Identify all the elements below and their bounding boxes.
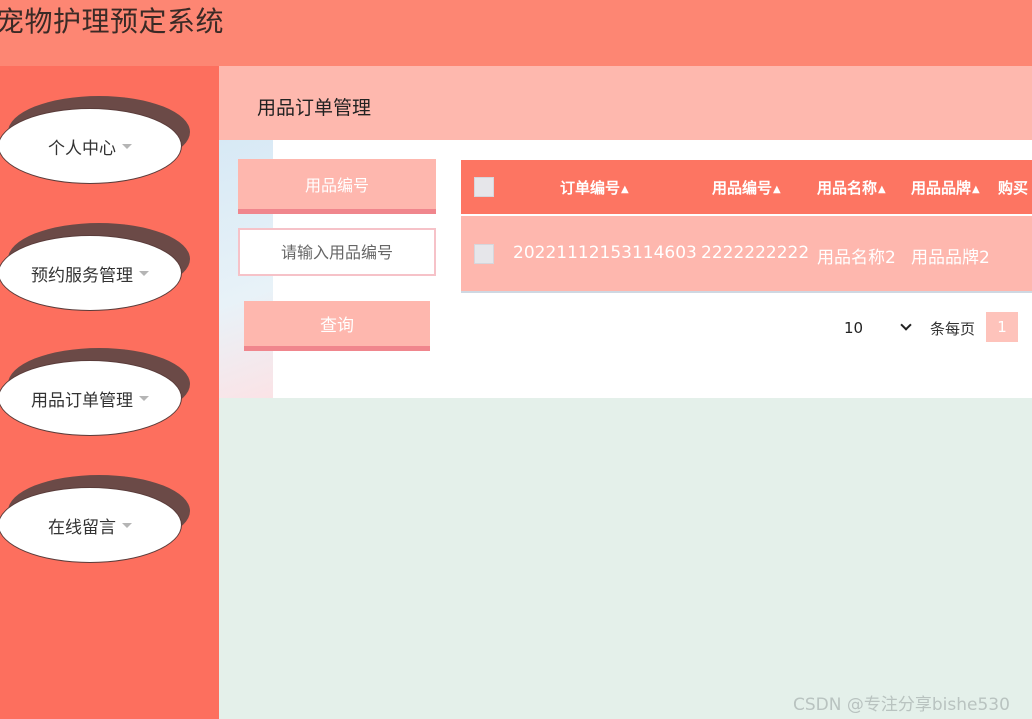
page-size-select[interactable]: 10 xyxy=(841,316,919,342)
content-panel: 用品编号 查询 订单编号▲︎ 用品编号▲︎ 用品名称▲︎ 用品品牌▲︎ 购买 2… xyxy=(219,140,1032,398)
column-header-label: 订单编号 xyxy=(560,179,621,197)
page-header: 用品订单管理 xyxy=(219,66,1032,140)
cell-order-no: 20221112153114603 xyxy=(513,243,697,263)
query-button[interactable]: 查询 xyxy=(244,301,430,351)
page-size-value: 10 xyxy=(844,319,864,337)
column-header-label: 购买 xyxy=(998,179,1029,197)
menu-item-pill[interactable]: 个人中心 xyxy=(0,108,182,184)
sidebar-item-label: 个人中心 xyxy=(48,138,116,159)
column-header-item-name[interactable]: 用品名称▲︎ xyxy=(817,177,886,198)
column-header-item-brand[interactable]: 用品品牌▲︎ xyxy=(911,177,980,198)
caret-down-icon xyxy=(139,270,149,276)
sort-icon[interactable]: ▲︎ xyxy=(621,184,629,195)
caret-down-icon xyxy=(122,143,132,149)
column-header-label: 用品编号 xyxy=(712,179,773,197)
sort-icon[interactable]: ▲︎ xyxy=(878,184,886,195)
sort-icon[interactable]: ▲︎ xyxy=(972,184,980,195)
sidebar-item-messages[interactable]: 在线留言 xyxy=(0,475,190,565)
caret-down-icon xyxy=(139,395,149,401)
menu-item-pill[interactable]: 用品订单管理 xyxy=(0,360,182,436)
page-title: 用品订单管理 xyxy=(257,97,372,119)
sidebar-item-label: 预约服务管理 xyxy=(31,265,133,286)
sidebar-item-label: 在线留言 xyxy=(48,517,116,538)
item-number-search-input[interactable] xyxy=(238,228,436,276)
table-row[interactable]: 20221112153114603 2222222222 用品名称2 用品品牌2 xyxy=(461,216,1032,291)
top-bar: 宠物护理预定系统 xyxy=(0,0,1032,66)
sidebar-item-label: 用品订单管理 xyxy=(31,390,133,411)
sidebar-item-supply-orders[interactable]: 用品订单管理 xyxy=(0,348,190,438)
menu-item-pill[interactable]: 在线留言 xyxy=(0,487,182,563)
column-header-purchase[interactable]: 购买 xyxy=(998,177,1028,198)
cell-item-no: 2222222222 xyxy=(701,243,810,263)
column-header-label: 用品名称 xyxy=(817,179,878,197)
filter-label: 用品编号 xyxy=(238,159,436,214)
sidebar-item-booking-service[interactable]: 预约服务管理 xyxy=(0,223,190,313)
column-header-label: 用品品牌 xyxy=(911,179,972,197)
sort-icon[interactable]: ▲︎ xyxy=(773,184,781,195)
column-header-order-no[interactable]: 订单编号▲︎ xyxy=(560,177,629,198)
watermark: CSDN @专注分享bishe530 xyxy=(793,695,1010,715)
select-all-checkbox[interactable] xyxy=(474,177,494,197)
app-title: 宠物护理预定系统 xyxy=(0,5,225,38)
chevron-down-icon xyxy=(900,319,912,331)
cell-item-brand: 用品品牌2 xyxy=(911,248,990,268)
row-checkbox[interactable] xyxy=(474,244,494,264)
orders-table: 订单编号▲︎ 用品编号▲︎ 用品名称▲︎ 用品品牌▲︎ 购买 202211121… xyxy=(461,160,1032,293)
sidebar-item-personal-center[interactable]: 个人中心 xyxy=(0,96,190,186)
per-page-label: 条每页 xyxy=(930,320,976,338)
sidebar: 个人中心 预约服务管理 用品订单管理 在线留言 xyxy=(0,66,219,719)
caret-down-icon xyxy=(122,522,132,528)
cell-item-name: 用品名称2 xyxy=(817,248,896,268)
page-number-button[interactable]: 1 xyxy=(986,312,1018,342)
column-header-item-no[interactable]: 用品编号▲︎ xyxy=(712,177,781,198)
menu-item-pill[interactable]: 预约服务管理 xyxy=(0,235,182,311)
table-header: 订单编号▲︎ 用品编号▲︎ 用品名称▲︎ 用品品牌▲︎ 购买 xyxy=(461,160,1032,214)
